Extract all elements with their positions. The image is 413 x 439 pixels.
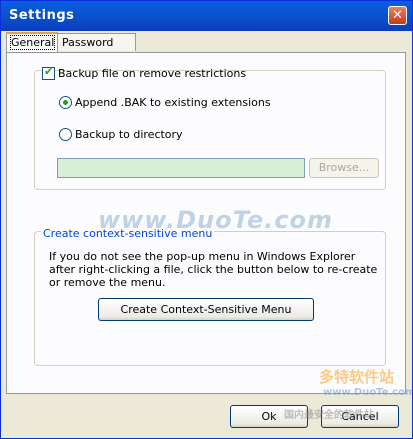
append-bak-label[interactable]: Append .BAK to existing extensions [75, 96, 271, 109]
watermark-logo: 多特软件站 [319, 368, 395, 386]
backup-directory-field[interactable] [57, 158, 305, 178]
window-title: Settings [9, 8, 75, 23]
context-menu-description: If you do not see the pop-up menu in Win… [49, 250, 378, 289]
create-context-menu-button[interactable]: Create Context-Sensitive Menu [98, 298, 314, 321]
tab-general[interactable]: General [6, 32, 58, 52]
backup-checkbox[interactable] [42, 65, 55, 80]
watermark-cn: 国内最安全的软件站 [284, 410, 374, 421]
tab-general-label: General [9, 35, 56, 50]
watermark-main: www.DuoTe.com [98, 206, 333, 234]
backup-directory-radio[interactable] [59, 128, 72, 141]
settings-window: Settings ✕ General Password Pool Backup … [0, 0, 413, 439]
close-icon: ✕ [392, 8, 403, 23]
backup-directory-label[interactable]: Backup to directory [75, 128, 183, 141]
backup-checkbox-label[interactable]: Backup file on remove restrictions [58, 67, 246, 80]
append-bak-radio[interactable] [59, 96, 72, 109]
close-button[interactable]: ✕ [388, 6, 407, 25]
title-bar[interactable]: Settings ✕ [1, 1, 412, 31]
browse-button[interactable]: Browse... [309, 158, 379, 178]
watermark-site: www.DuoTe.com [323, 387, 413, 398]
tab-password-pool[interactable]: Password Pool [57, 33, 136, 66]
